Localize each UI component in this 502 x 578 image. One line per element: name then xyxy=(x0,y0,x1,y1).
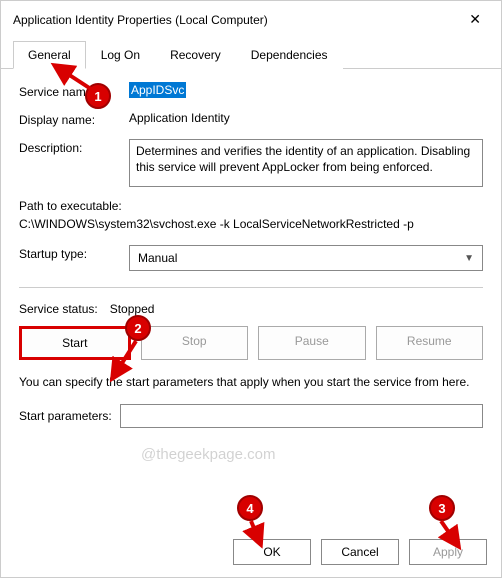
tab-label: Recovery xyxy=(170,48,221,62)
resume-button: Resume xyxy=(376,326,484,360)
annotation-badge-4: 4 xyxy=(237,495,263,521)
description-value: Determines and verifies the identity of … xyxy=(129,139,483,187)
chevron-down-icon: ▼ xyxy=(464,253,474,264)
annotation-badge-3: 3 xyxy=(429,495,455,521)
divider xyxy=(19,287,483,288)
ok-button[interactable]: OK xyxy=(233,539,311,565)
start-button[interactable]: Start xyxy=(19,326,131,360)
path-label: Path to executable: xyxy=(19,199,483,213)
start-params-label: Start parameters: xyxy=(19,409,112,423)
stop-button: Stop xyxy=(141,326,249,360)
service-status-label: Service status: xyxy=(19,302,98,316)
description-label: Description: xyxy=(19,139,129,155)
start-params-input[interactable] xyxy=(120,404,483,428)
tab-label: Dependencies xyxy=(251,48,328,62)
tab-strip: General Log On Recovery Dependencies xyxy=(1,40,501,69)
startup-type-label: Startup type: xyxy=(19,245,129,261)
cancel-button[interactable]: Cancel xyxy=(321,539,399,565)
startup-type-value: Manual xyxy=(138,251,177,265)
display-name-value: Application Identity xyxy=(129,111,483,125)
close-icon[interactable]: ✕ xyxy=(461,9,489,30)
apply-button: Apply xyxy=(409,539,487,565)
tab-logon[interactable]: Log On xyxy=(86,41,155,69)
path-value: C:\WINDOWS\system32\svchost.exe -k Local… xyxy=(19,217,483,231)
display-name-label: Display name: xyxy=(19,111,129,127)
pause-button: Pause xyxy=(258,326,366,360)
startup-type-dropdown[interactable]: Manual ▼ xyxy=(129,245,483,271)
start-params-hint: You can specify the start parameters tha… xyxy=(19,374,483,390)
watermark: @thegeekpage.com xyxy=(141,446,275,463)
tab-recovery[interactable]: Recovery xyxy=(155,41,236,69)
service-name-value: AppIDSvc xyxy=(129,82,186,98)
window-title: Application Identity Properties (Local C… xyxy=(13,13,268,27)
tab-dependencies[interactable]: Dependencies xyxy=(236,41,343,69)
service-status-value: Stopped xyxy=(110,302,155,316)
tab-label: General xyxy=(28,48,71,62)
tab-general[interactable]: General xyxy=(13,41,86,69)
service-name-label: Service name: xyxy=(19,83,129,99)
tab-label: Log On xyxy=(101,48,140,62)
